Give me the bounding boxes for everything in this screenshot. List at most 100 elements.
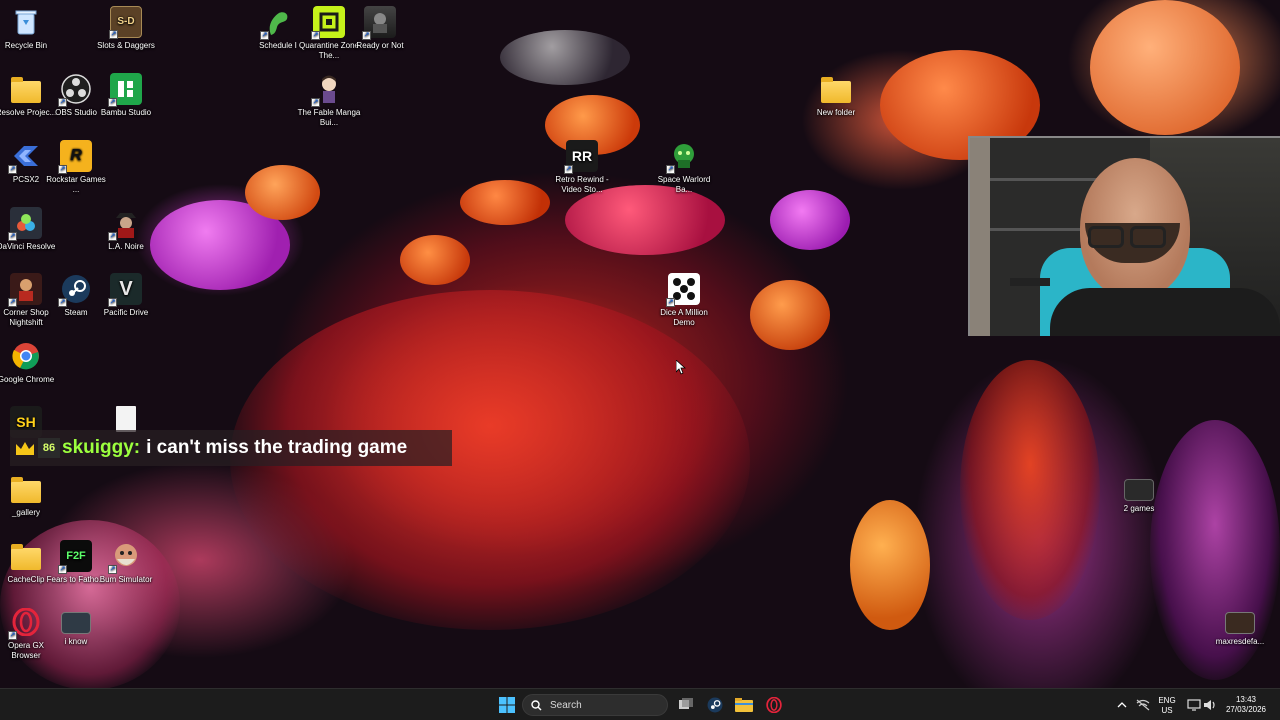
icon-label: Bum Simulator — [99, 575, 153, 584]
desktop-icon-pacific-drive[interactable]: V ↗ Pacific Drive — [94, 273, 158, 318]
shortcut-arrow-icon: ↗ — [311, 31, 320, 40]
icon-label: 2 games — [1123, 504, 1155, 513]
icon-label: Opera GX Browser — [7, 641, 44, 660]
desktop-icon-bambu-studio[interactable]: ↗ Bambu Studio — [94, 73, 158, 118]
icon-label: Rockstar Games ... — [46, 175, 106, 194]
image-file-icon — [1225, 612, 1255, 634]
shortcut-arrow-icon: ↗ — [58, 298, 67, 307]
icon-label: _gallery — [11, 508, 40, 517]
desktop-icon-new-folder[interactable]: New folder — [804, 73, 868, 118]
desktop-icon-space-warlord[interactable]: ↗ Space Warlord Ba... — [652, 140, 716, 195]
icon-label: CacheClip — [7, 575, 45, 584]
taskbar-steam[interactable] — [705, 695, 725, 715]
icon-glyph: SH — [16, 414, 36, 430]
icon-label: Bambu Studio — [100, 108, 152, 117]
icon-label: PCSX2 — [12, 175, 40, 184]
mouse-cursor-icon — [676, 360, 686, 375]
icon-label: DaVinci Resolve — [0, 242, 56, 251]
clock[interactable]: 13:43 27/03/2026 — [1222, 695, 1270, 715]
chat-message-text: i can't miss the trading game — [146, 437, 408, 458]
desktop-icon-gallery[interactable]: _gallery — [0, 473, 58, 518]
steam-icon — [707, 697, 723, 713]
opera-gx-icon — [766, 697, 782, 713]
desktop-icon-rockstar[interactable]: R ↗ Rockstar Games ... — [44, 140, 108, 195]
taskbar-search[interactable]: Search — [522, 694, 668, 716]
space-warlord-icon: ↗ — [666, 140, 700, 174]
rockstar-icon: R ↗ — [58, 140, 92, 174]
folder-icon — [10, 73, 42, 105]
desktop-icon-ready-or-not[interactable]: ↗ Ready or Not — [348, 6, 412, 51]
chrome-icon — [10, 340, 42, 372]
shortcut-arrow-icon: ↗ — [58, 165, 67, 174]
file-explorer-icon — [735, 698, 753, 712]
show-hidden-icons-button[interactable] — [1112, 695, 1132, 715]
wallpaper-blob — [1090, 0, 1240, 135]
taskbar-opera-gx[interactable] — [764, 695, 784, 715]
wallpaper-blob — [245, 165, 320, 220]
desktop-icon-fable-manga[interactable]: ↗ The Fable Manga Bui... — [297, 73, 361, 128]
recycle-bin-icon — [10, 6, 42, 38]
windows-logo-icon — [499, 697, 515, 713]
icon-label: Corner Shop Nightshift — [3, 308, 49, 327]
icon-label: Ready or Not — [356, 41, 404, 50]
tray-volume[interactable] — [1200, 695, 1220, 715]
shortcut-arrow-icon: ↗ — [58, 565, 67, 574]
icon-label: OBS Studio — [55, 108, 97, 117]
icon-label: Recycle Bin — [4, 41, 48, 50]
folder-icon — [820, 73, 852, 105]
desktop-icon-dice-a-million[interactable]: ↗ Dice A Million Demo — [652, 273, 716, 328]
webcam-overlay — [968, 136, 1280, 336]
desktop-icon-slots-daggers[interactable]: S-D ↗ Slots & Daggers — [94, 6, 158, 51]
shortcut-arrow-icon: ↗ — [109, 30, 118, 39]
search-placeholder: Search — [550, 699, 582, 711]
shortcut-arrow-icon: ↗ — [58, 98, 67, 107]
network-off-icon — [1136, 699, 1150, 711]
retro-rewind-icon: RR ↗ — [564, 140, 598, 174]
icon-label: Space Warlord Ba... — [657, 175, 711, 194]
desktop-icon-la-noire[interactable]: ↗ L.A. Noire — [94, 207, 158, 252]
document-icon — [116, 406, 136, 432]
wallpaper-blob — [460, 180, 550, 225]
icon-glyph: F2F — [66, 550, 86, 562]
shortcut-arrow-icon: ↗ — [8, 298, 17, 307]
icon-label: i know — [64, 637, 88, 646]
language-indicator[interactable]: ENG US — [1154, 696, 1180, 716]
chevron-up-icon — [1117, 702, 1127, 708]
taskbar-file-explorer[interactable] — [734, 695, 754, 715]
webcam-person-shirt — [1050, 288, 1280, 336]
shortcut-arrow-icon: ↗ — [8, 631, 17, 640]
icon-label: New folder — [816, 108, 856, 117]
desktop-icon-two-games[interactable]: 2 games — [1107, 473, 1171, 514]
task-view-button[interactable] — [676, 695, 696, 715]
ready-or-not-icon: ↗ — [362, 6, 396, 40]
pacific-drive-icon: V ↗ — [108, 273, 142, 307]
image-file-icon — [61, 612, 91, 634]
start-button[interactable] — [497, 695, 517, 715]
folder-icon — [10, 540, 42, 572]
webcam-wall — [970, 138, 990, 336]
shortcut-arrow-icon: ↗ — [564, 165, 573, 174]
fears-to-fathom-icon: F2F ↗ — [58, 540, 92, 574]
tray-network-status[interactable] — [1133, 695, 1153, 715]
desktop-icon-i-know[interactable]: i know — [44, 606, 108, 647]
dice-a-million-icon: ↗ — [666, 273, 700, 307]
icon-label: Dice A Million Demo — [660, 308, 708, 327]
bambu-studio-icon: ↗ — [108, 73, 142, 107]
desktop-icon-recycle-bin[interactable]: Recycle Bin — [0, 6, 58, 51]
desktop-icon-maxresdefault[interactable]: maxresdefa... — [1208, 606, 1272, 647]
icon-glyph: R — [70, 147, 82, 164]
desktop-icon-retro-rewind[interactable]: RR ↗ Retro Rewind - Video Sto... — [550, 140, 614, 195]
shortcut-arrow-icon: ↗ — [108, 565, 117, 574]
desktop-icon-davinci[interactable]: ↗ DaVinci Resolve — [0, 207, 58, 252]
icon-glyph: RR — [571, 148, 593, 164]
clock-time: 13:43 — [1235, 695, 1257, 704]
icon-label: Slots & Daggers — [97, 41, 155, 50]
desktop-icon-bum-simulator[interactable]: ↗ Bum Simulator — [94, 540, 158, 585]
shortcut-arrow-icon: ↗ — [362, 31, 371, 40]
shortcut-arrow-icon: ↗ — [108, 98, 117, 107]
stream-chat-message: 86 skuiggy: i can't miss the trading gam… — [10, 430, 452, 466]
quarantine-zone-icon: ↗ — [311, 6, 345, 40]
desktop-icon-chrome[interactable]: Google Chrome — [0, 340, 58, 385]
display-icon — [1187, 699, 1201, 711]
webcam-glasses-left — [1088, 226, 1124, 248]
